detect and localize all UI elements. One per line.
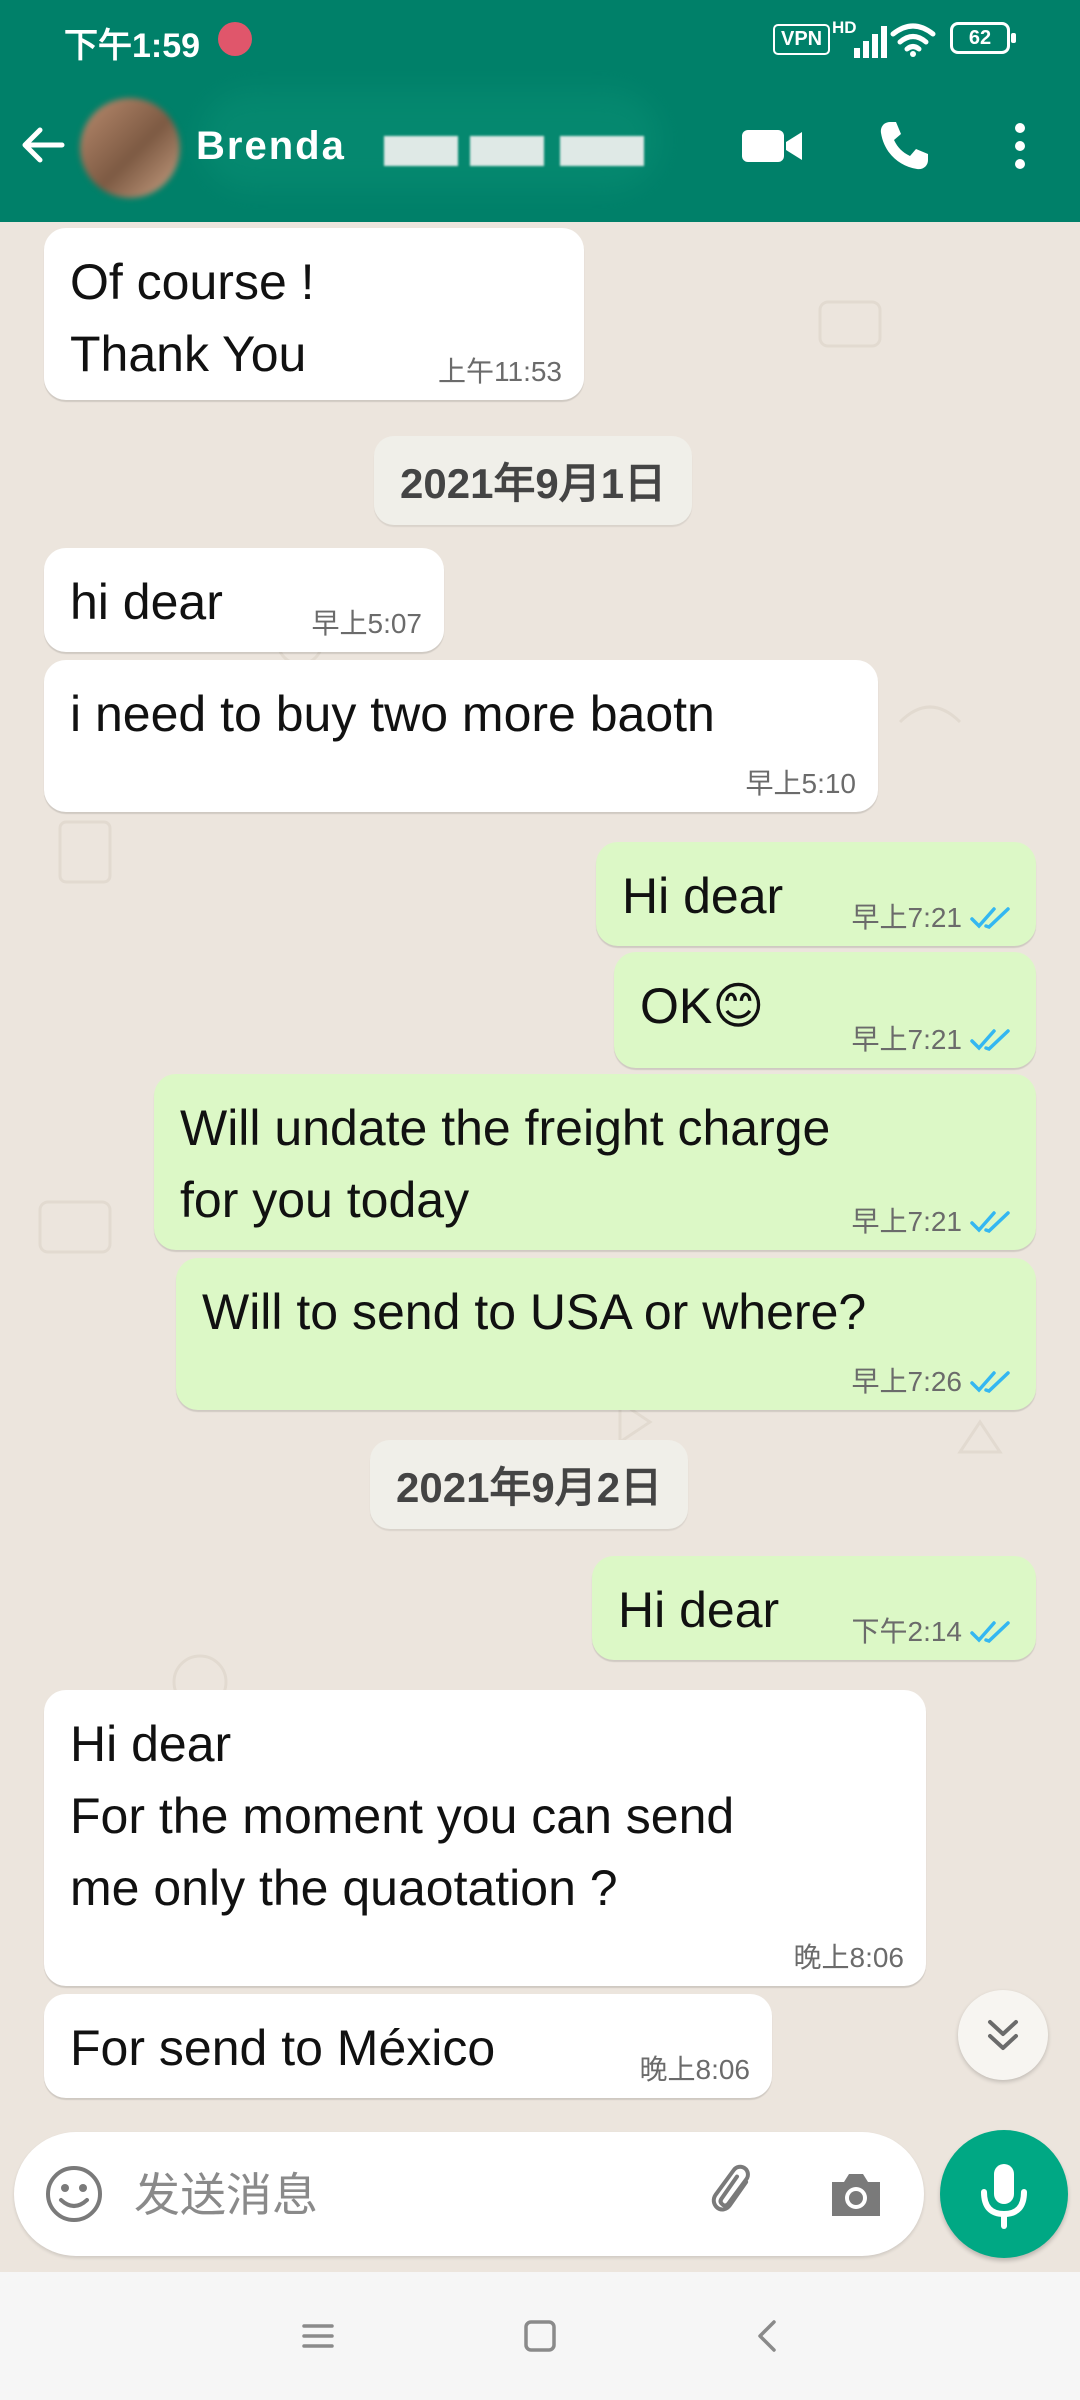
status-time: 下午1:59	[64, 27, 201, 65]
system-nav-bar	[0, 2272, 1080, 2400]
wifi-icon	[890, 23, 936, 57]
voice-message-button[interactable]	[940, 2130, 1068, 2258]
redaction-block	[470, 136, 544, 166]
signal-icon	[848, 24, 888, 58]
chat-header: 下午1:59 VPN HD 62 Brenda	[0, 0, 1080, 222]
message-composer	[14, 2132, 924, 2256]
outgoing-message[interactable]: Will undate the freight charge for you t…	[154, 1074, 1036, 1250]
attach-icon[interactable]	[704, 2162, 768, 2226]
outgoing-message[interactable]: Will to send to USA or where? 早上7:26	[176, 1258, 1036, 1410]
more-vert-icon[interactable]	[1000, 118, 1040, 174]
message-meta: 早上5:07	[312, 608, 423, 640]
message-time: 上午11:53	[438, 356, 562, 387]
incoming-message[interactable]: Hi dear For the moment you can send me o…	[44, 1690, 926, 1986]
vpn-icon: VPN	[773, 24, 831, 55]
outgoing-message[interactable]: Hi dear 下午2:14	[592, 1556, 1036, 1660]
message-meta: 晚上8:06	[640, 2054, 751, 2086]
incoming-message[interactable]: For send to México 晚上8:06	[44, 1994, 772, 2098]
double-check-icon	[970, 1371, 1010, 1393]
video-call-icon[interactable]	[740, 124, 804, 168]
double-check-icon	[970, 1621, 1010, 1643]
message-time: 早上7:21	[851, 902, 963, 933]
message-meta: 下午2:14	[852, 1616, 1015, 1648]
message-meta: 晚上8:06	[794, 1942, 905, 1974]
incoming-message[interactable]: hi dear 早上5:07	[44, 548, 444, 652]
date-separator: 2021年9月1日	[374, 436, 693, 525]
mic-icon	[981, 2164, 1027, 2229]
message-meta: 早上7:21	[852, 1024, 1015, 1056]
arrow-left-icon[interactable]	[18, 120, 68, 170]
message-time: 下午2:14	[851, 1616, 963, 1647]
message-meta: 早上7:26	[852, 1366, 1015, 1398]
menu-icon[interactable]	[294, 2312, 342, 2360]
battery-icon: 62	[950, 22, 1016, 54]
outgoing-message[interactable]: Hi dear 早上7:21	[596, 842, 1036, 946]
message-text: Will to send to USA or where?	[202, 1284, 867, 1340]
date-separator: 2021年9月2日	[370, 1440, 689, 1529]
scroll-to-bottom-button[interactable]	[958, 1990, 1048, 2080]
message-time: 早上7:26	[851, 1366, 963, 1397]
message-time: 晚上8:06	[793, 1942, 905, 1973]
message-input[interactable]	[132, 2154, 696, 2236]
double-check-icon	[970, 907, 1010, 929]
message-text: Hi dear For the moment you can send me o…	[70, 1716, 735, 1916]
message-meta: 早上5:10	[746, 768, 857, 800]
emoji-icon[interactable]	[42, 2162, 106, 2226]
redaction-block	[560, 136, 644, 166]
message-meta: 早上7:21	[852, 902, 1015, 934]
message-time: 晚上8:06	[639, 2054, 751, 2085]
double-chevron-down-icon	[988, 2020, 1018, 2050]
back-nav-icon[interactable]	[744, 2312, 792, 2360]
message-meta: 上午11:53	[438, 356, 562, 388]
status-bar: 下午1:59 VPN HD 62	[0, 0, 1080, 78]
message-time: 早上5:07	[311, 608, 423, 639]
message-text: i need to buy two more baotn	[70, 686, 715, 742]
avatar[interactable]	[80, 98, 180, 198]
contact-name[interactable]: Brenda	[196, 124, 346, 169]
message-time: 早上5:10	[745, 768, 857, 799]
voice-call-icon[interactable]	[876, 118, 932, 174]
redaction-block	[384, 136, 458, 166]
incoming-message[interactable]: i need to buy two more baotn 早上5:10	[44, 660, 878, 812]
message-time: 早上7:21	[851, 1206, 963, 1237]
home-icon[interactable]	[516, 2312, 564, 2360]
double-check-icon	[970, 1029, 1010, 1051]
outgoing-message[interactable]: OK😊 早上7:21	[614, 952, 1036, 1068]
notification-icon	[218, 22, 252, 56]
double-check-icon	[970, 1211, 1010, 1233]
camera-icon[interactable]	[826, 2166, 886, 2222]
chat-area[interactable]: Of course ! Thank You 上午11:53 2021年9月1日 …	[0, 222, 1080, 2132]
message-time: 早上7:21	[851, 1024, 963, 1055]
message-meta: 早上7:21	[852, 1206, 1015, 1238]
incoming-message[interactable]: Of course ! Thank You 上午11:53	[44, 228, 584, 400]
